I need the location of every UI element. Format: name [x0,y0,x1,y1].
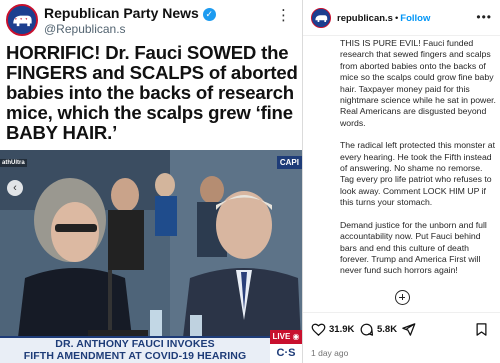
post-caption: THIS IS PURE EVIL! Fauci funded research… [340,38,496,288]
like-count: 31.9K [329,323,355,335]
more-icon: ⋮ [276,7,292,24]
share-button[interactable] [401,321,419,337]
network-tag: CAPI [276,156,302,169]
carousel-prev-button[interactable]: ‹ [7,180,23,196]
tweet-header: Republican Party News ✓ @Republican.s ⋮ [0,0,302,40]
chyron-line-2: FIFTH AMENDMENT AT COVID-19 HEARING [23,350,247,362]
action-bar: 31.9K 5.8K [303,312,500,342]
verified-badge-icon: ✓ [202,8,216,21]
like-button[interactable]: 31.9K [311,321,354,337]
headline: HORRIFIC! Dr. Fauci SOWED the FINGERS an… [6,42,298,143]
hearing-photo [0,150,302,363]
caption-paragraph: THIS IS PURE EVIL! Fauci funded research… [340,38,496,128]
caption-paragraph: The radical left protected this monster … [340,140,496,208]
caption-paragraph: Demand justice for the unborn and full a… [340,219,487,276]
profile-avatar[interactable] [311,8,331,28]
post-timestamp: 1 day ago [311,348,349,358]
comment-count: 5.8K [377,323,398,335]
separator-dot: • [394,13,399,24]
username-link[interactable]: republican.s [337,13,393,24]
post-header: republican.s • Follow ••• [303,0,500,36]
tweet-author-name: Republican Party News ✓ [44,5,216,21]
photo-corner-tag: athUltra [0,159,27,167]
caption-panel: republican.s • Follow ••• THIS IS PURE EVI… [303,0,500,363]
post-image[interactable]: Republican Party News ✓ @Republican.s ⋮ H… [0,0,302,363]
chyron-line-1: DR. ANTHONY FAUCI INVOKES [55,338,215,350]
cspan-logo: C·S [270,344,302,363]
live-badge: LIVE ◉ [270,330,302,344]
author-name-text: Republican Party News [44,5,199,21]
comment-button[interactable]: 5.8K [359,321,397,337]
save-button[interactable] [474,321,492,337]
news-chyron: DR. ANTHONY FAUCI INVOKES FIFTH AMENDMEN… [0,336,270,363]
follow-button[interactable]: Follow [400,13,430,24]
add-circle-icon[interactable] [395,290,410,305]
username-row: republican.s • Follow [337,13,430,24]
bookmark-icon [476,322,487,336]
comment-icon [360,323,374,336]
heart-icon [311,323,326,336]
share-icon [402,322,416,336]
tweet-handle: @Republican.s [44,22,126,36]
elephant-logo-icon [6,4,38,36]
more-options-icon[interactable]: ••• [476,10,492,24]
